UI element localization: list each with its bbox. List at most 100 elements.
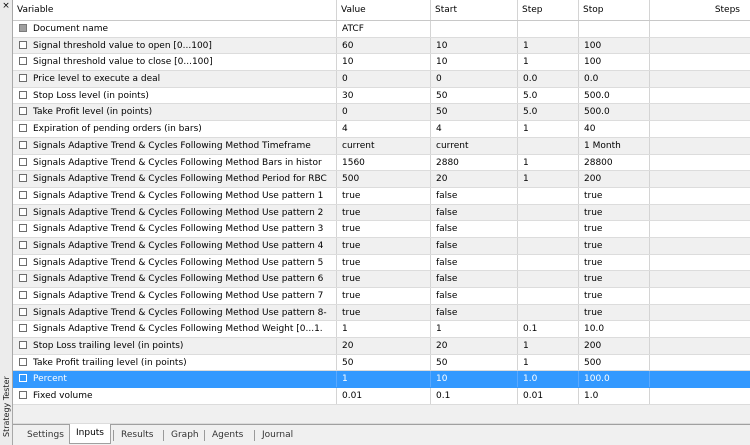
header-variable[interactable]: Variable: [13, 0, 337, 20]
table-row[interactable]: Percent 1 10 1.0 100.0: [13, 371, 750, 389]
optimize-checkbox[interactable]: [19, 374, 27, 383]
cell-step[interactable]: [518, 137, 579, 154]
cell-start[interactable]: 20: [431, 171, 518, 187]
header-start[interactable]: Start: [431, 0, 518, 20]
cell-start[interactable]: 10: [431, 371, 518, 388]
cell-stop[interactable]: 100: [579, 54, 650, 71]
cell-steps[interactable]: [650, 121, 750, 137]
cell-step[interactable]: [518, 237, 579, 254]
cell-steps[interactable]: [650, 288, 750, 304]
cell-stop[interactable]: 200: [579, 171, 650, 187]
cell-step[interactable]: 0.1: [518, 321, 579, 338]
cell-start[interactable]: false: [431, 221, 518, 237]
cell-steps[interactable]: [650, 321, 750, 337]
cell-step[interactable]: 1.0: [518, 371, 579, 388]
cell-start[interactable]: 2880: [431, 154, 518, 171]
cell-value[interactable]: true: [337, 288, 431, 304]
optimize-checkbox[interactable]: [19, 57, 27, 66]
cell-steps[interactable]: [650, 205, 750, 221]
cell-steps[interactable]: [650, 221, 750, 237]
tab-inputs[interactable]: Inputs: [69, 424, 111, 444]
table-row[interactable]: Signals Adaptive Trend & Cycles Followin…: [13, 288, 750, 305]
cell-value[interactable]: 1: [337, 371, 431, 388]
cell-step[interactable]: 0.01: [518, 388, 579, 404]
optimize-checkbox[interactable]: [19, 74, 27, 83]
table-row[interactable]: Signals Adaptive Trend & Cycles Followin…: [13, 137, 750, 155]
cell-step[interactable]: 0.0: [518, 71, 579, 87]
cell-steps[interactable]: [650, 54, 750, 70]
cell-value[interactable]: true: [337, 187, 431, 204]
optimize-checkbox[interactable]: [19, 174, 27, 183]
table-row[interactable]: Price level to execute a deal 0 0 0.0 0.0: [13, 71, 750, 88]
cell-value[interactable]: 1: [337, 321, 431, 338]
cell-stop[interactable]: 500.0: [579, 104, 650, 121]
cell-stop[interactable]: 0.0: [579, 71, 650, 87]
cell-steps[interactable]: [650, 104, 750, 120]
cell-step[interactable]: [518, 288, 579, 304]
table-row[interactable]: Fixed volume 0.01 0.1 0.01 1.0: [13, 388, 750, 405]
tab-agents[interactable]: Agents: [206, 427, 249, 443]
table-row[interactable]: Signals Adaptive Trend & Cycles Followin…: [13, 154, 750, 172]
cell-steps[interactable]: [650, 88, 750, 104]
optimize-checkbox[interactable]: [19, 240, 27, 249]
cell-start[interactable]: 1: [431, 321, 518, 338]
cell-value[interactable]: 50: [337, 354, 431, 371]
table-row[interactable]: Signal threshold value to close [0...100…: [13, 54, 750, 72]
cell-value[interactable]: true: [337, 221, 431, 237]
optimize-checkbox[interactable]: [19, 140, 27, 149]
cell-step[interactable]: 1: [518, 37, 579, 54]
header-value[interactable]: Value: [337, 0, 431, 20]
cell-step[interactable]: [518, 21, 579, 37]
cell-start[interactable]: 0: [431, 71, 518, 87]
cell-value[interactable]: 60: [337, 37, 431, 54]
cell-start[interactable]: false: [431, 204, 518, 221]
cell-start[interactable]: 50: [431, 104, 518, 121]
optimize-checkbox[interactable]: [19, 391, 27, 400]
cell-steps[interactable]: [650, 138, 750, 154]
cell-value[interactable]: 30: [337, 87, 431, 104]
cell-steps[interactable]: [650, 38, 750, 54]
cell-start[interactable]: false: [431, 271, 518, 287]
cell-start[interactable]: [431, 21, 518, 37]
cell-value[interactable]: 0: [337, 71, 431, 87]
close-icon[interactable]: ×: [1, 1, 11, 11]
cell-step[interactable]: [518, 221, 579, 237]
cell-stop[interactable]: 100: [579, 37, 650, 54]
cell-step[interactable]: 5.0: [518, 87, 579, 104]
cell-value[interactable]: true: [337, 304, 431, 321]
cell-value[interactable]: ATCF: [337, 21, 431, 37]
cell-steps[interactable]: [650, 155, 750, 171]
cell-step[interactable]: [518, 187, 579, 204]
table-row[interactable]: Document name ATCF: [13, 21, 750, 38]
cell-steps[interactable]: [650, 338, 750, 354]
cell-value[interactable]: 20: [337, 338, 431, 354]
header-step[interactable]: Step: [518, 0, 579, 20]
cell-stop[interactable]: true: [579, 271, 650, 287]
tab-journal[interactable]: Journal: [256, 427, 299, 443]
table-row[interactable]: Signals Adaptive Trend & Cycles Followin…: [13, 254, 750, 272]
cell-stop[interactable]: 200: [579, 338, 650, 354]
cell-step[interactable]: [518, 204, 579, 221]
table-row[interactable]: Signals Adaptive Trend & Cycles Followin…: [13, 304, 750, 322]
optimize-checkbox[interactable]: [19, 291, 27, 299]
cell-steps[interactable]: [650, 238, 750, 254]
cell-start[interactable]: 0.1: [431, 388, 518, 404]
table-row[interactable]: Signals Adaptive Trend & Cycles Followin…: [13, 171, 750, 188]
optimize-checkbox[interactable]: [19, 90, 27, 99]
cell-steps[interactable]: [650, 71, 750, 87]
cell-value[interactable]: current: [337, 137, 431, 154]
cell-step[interactable]: 5.0: [518, 104, 579, 121]
cell-stop[interactable]: [579, 21, 650, 37]
cell-steps[interactable]: [650, 388, 750, 404]
cell-value[interactable]: 1560: [337, 154, 431, 171]
cell-start[interactable]: 10: [431, 54, 518, 71]
cell-start[interactable]: false: [431, 237, 518, 254]
cell-value[interactable]: 0: [337, 104, 431, 121]
header-steps[interactable]: Steps: [650, 0, 750, 20]
cell-step[interactable]: 1: [518, 54, 579, 71]
table-row[interactable]: Signals Adaptive Trend & Cycles Followin…: [13, 321, 750, 339]
table-row[interactable]: Signals Adaptive Trend & Cycles Followin…: [13, 237, 750, 255]
cell-stop[interactable]: true: [579, 204, 650, 221]
table-row[interactable]: Stop Loss trailing level (in points) 20 20…: [13, 338, 750, 355]
cell-stop[interactable]: 28800: [579, 154, 650, 171]
